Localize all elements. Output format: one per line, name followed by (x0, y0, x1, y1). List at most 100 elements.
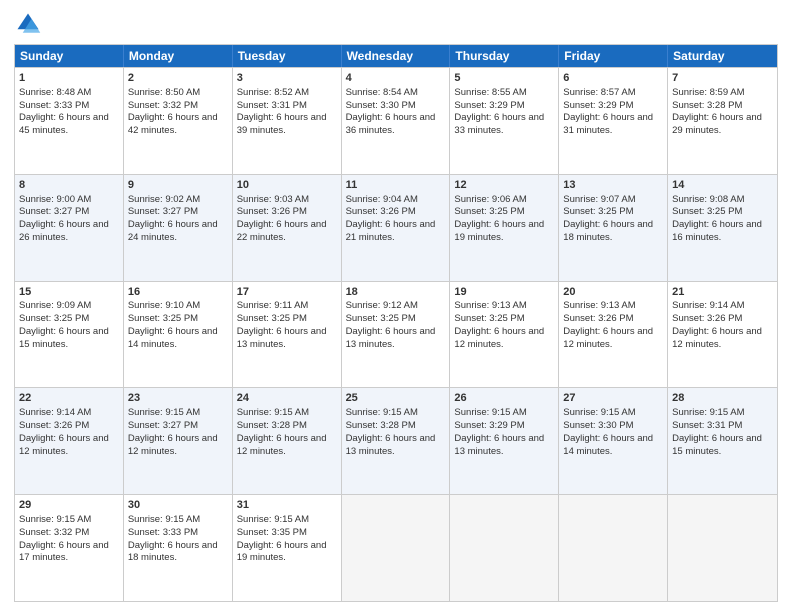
daylight: Daylight: 6 hours and 24 minutes. (128, 219, 218, 243)
day-cell-6: 6Sunrise: 8:57 AMSunset: 3:29 PMDaylight… (559, 68, 668, 174)
sunset: Sunset: 3:25 PM (454, 206, 524, 217)
calendar-body: 1Sunrise: 8:48 AMSunset: 3:33 PMDaylight… (15, 67, 777, 601)
day-cell-16: 16Sunrise: 9:10 AMSunset: 3:25 PMDayligh… (124, 282, 233, 388)
sunset: Sunset: 3:26 PM (19, 420, 89, 431)
day-cell-29: 29Sunrise: 9:15 AMSunset: 3:32 PMDayligh… (15, 495, 124, 601)
daylight: Daylight: 6 hours and 16 minutes. (672, 219, 762, 243)
day-number: 3 (237, 71, 337, 86)
day-cell-14: 14Sunrise: 9:08 AMSunset: 3:25 PMDayligh… (668, 175, 777, 281)
day-number: 16 (128, 285, 228, 300)
day-number: 6 (563, 71, 663, 86)
sunrise: Sunrise: 9:09 AM (19, 300, 91, 311)
sunset: Sunset: 3:27 PM (128, 420, 198, 431)
sunrise: Sunrise: 9:03 AM (237, 194, 309, 205)
page: SundayMondayTuesdayWednesdayThursdayFrid… (0, 0, 792, 612)
sunrise: Sunrise: 9:15 AM (672, 407, 744, 418)
day-cell-31: 31Sunrise: 9:15 AMSunset: 3:35 PMDayligh… (233, 495, 342, 601)
day-cell-5: 5Sunrise: 8:55 AMSunset: 3:29 PMDaylight… (450, 68, 559, 174)
day-cell-13: 13Sunrise: 9:07 AMSunset: 3:25 PMDayligh… (559, 175, 668, 281)
day-number: 17 (237, 285, 337, 300)
daylight: Daylight: 6 hours and 12 minutes. (237, 433, 327, 457)
sunrise: Sunrise: 8:54 AM (346, 87, 418, 98)
calendar-week-4: 22Sunrise: 9:14 AM Sunset: 3:26 PM Dayligh… (15, 387, 777, 494)
day-number: 14 (672, 178, 773, 193)
header-day-sunday: Sunday (15, 45, 124, 67)
sunset: Sunset: 3:26 PM (237, 206, 307, 217)
day-cell-24: 24Sunrise: 9:15 AM Sunset: 3:28 PM Dayligh… (233, 388, 342, 494)
sunset: Sunset: 3:26 PM (563, 313, 633, 324)
sunset: Sunset: 3:33 PM (128, 527, 198, 538)
daylight: Daylight: 6 hours and 15 minutes. (19, 326, 109, 350)
sunset: Sunset: 3:25 PM (346, 313, 416, 324)
sunrise: Sunrise: 9:15 AM (237, 407, 309, 418)
day-number: 19 (454, 285, 554, 300)
calendar-header-row: SundayMondayTuesdayWednesdayThursdayFrid… (15, 45, 777, 67)
day-cell-17: 17Sunrise: 9:11 AMSunset: 3:25 PMDayligh… (233, 282, 342, 388)
day-cell-9: 9Sunrise: 9:02 AMSunset: 3:27 PMDaylight… (124, 175, 233, 281)
logo (14, 10, 46, 38)
empty-cell (342, 495, 451, 601)
day-number: 30 (128, 498, 228, 513)
daylight: Daylight: 6 hours and 13 minutes. (237, 326, 327, 350)
sunrise: Sunrise: 9:08 AM (672, 194, 744, 205)
sunrise: Sunrise: 9:11 AM (237, 300, 309, 311)
day-number: 7 (672, 71, 773, 86)
daylight: Daylight: 6 hours and 21 minutes. (346, 219, 436, 243)
daylight: Daylight: 6 hours and 12 minutes. (19, 433, 109, 457)
sunset: Sunset: 3:29 PM (563, 100, 633, 111)
sunrise: Sunrise: 8:50 AM (128, 87, 200, 98)
sunrise: Sunrise: 8:57 AM (563, 87, 635, 98)
day-number: 4 (346, 71, 446, 86)
sunset: Sunset: 3:31 PM (237, 100, 307, 111)
sunset: Sunset: 3:26 PM (346, 206, 416, 217)
day-cell-10: 10Sunrise: 9:03 AMSunset: 3:26 PMDayligh… (233, 175, 342, 281)
daylight: Daylight: 6 hours and 18 minutes. (563, 219, 653, 243)
daylight: Daylight: 6 hours and 12 minutes. (454, 326, 544, 350)
sunrise: Sunrise: 9:00 AM (19, 194, 91, 205)
sunrise: Sunrise: 9:15 AM (19, 514, 91, 525)
day-number: 2 (128, 71, 228, 86)
header-day-friday: Friday (559, 45, 668, 67)
day-cell-3: 3Sunrise: 8:52 AMSunset: 3:31 PMDaylight… (233, 68, 342, 174)
header-day-tuesday: Tuesday (233, 45, 342, 67)
empty-cell (668, 495, 777, 601)
daylight: Daylight: 6 hours and 18 minutes. (128, 540, 218, 564)
sunset: Sunset: 3:28 PM (346, 420, 416, 431)
daylight: Daylight: 6 hours and 29 minutes. (672, 112, 762, 136)
calendar: SundayMondayTuesdayWednesdayThursdayFrid… (14, 44, 778, 602)
daylight: Daylight: 6 hours and 17 minutes. (19, 540, 109, 564)
day-number: 11 (346, 178, 446, 193)
sunrise: Sunrise: 9:04 AM (346, 194, 418, 205)
sunrise: Sunrise: 9:15 AM (454, 407, 526, 418)
day-number: 24 (237, 391, 337, 406)
day-number: 22 (19, 391, 119, 406)
day-cell-2: 2Sunrise: 8:50 AMSunset: 3:32 PMDaylight… (124, 68, 233, 174)
day-cell-25: 25Sunrise: 9:15 AMSunset: 3:28 PMDayligh… (342, 388, 451, 494)
day-cell-23: 23Sunrise: 9:15 AMSunset: 3:27 PMDayligh… (124, 388, 233, 494)
day-number: 15 (19, 285, 119, 300)
day-cell-26: 26Sunrise: 9:15 AMSunset: 3:29 PMDayligh… (450, 388, 559, 494)
day-cell-4: 4Sunrise: 8:54 AMSunset: 3:30 PMDaylight… (342, 68, 451, 174)
daylight: Daylight: 6 hours and 26 minutes. (19, 219, 109, 243)
day-number: 5 (454, 71, 554, 86)
sunrise: Sunrise: 9:14 AM (19, 407, 91, 418)
sunrise: Sunrise: 9:14 AM (672, 300, 744, 311)
sunset: Sunset: 3:25 PM (128, 313, 198, 324)
sunset: Sunset: 3:32 PM (19, 527, 89, 538)
day-cell-8: 8Sunrise: 9:00 AMSunset: 3:27 PMDaylight… (15, 175, 124, 281)
sunset: Sunset: 3:26 PM (672, 313, 742, 324)
day-number: 21 (672, 285, 773, 300)
day-cell-7: 7Sunrise: 8:59 AMSunset: 3:28 PMDaylight… (668, 68, 777, 174)
sunset: Sunset: 3:28 PM (237, 420, 307, 431)
day-cell-20: 20Sunrise: 9:13 AMSunset: 3:26 PMDayligh… (559, 282, 668, 388)
daylight: Daylight: 6 hours and 19 minutes. (237, 540, 327, 564)
sunrise: Sunrise: 9:06 AM (454, 194, 526, 205)
day-number: 26 (454, 391, 554, 406)
sunrise: Sunrise: 9:10 AM (128, 300, 200, 311)
daylight: Daylight: 6 hours and 45 minutes. (19, 112, 109, 136)
daylight: Daylight: 6 hours and 39 minutes. (237, 112, 327, 136)
day-number: 31 (237, 498, 337, 513)
calendar-week-3: 15Sunrise: 9:09 AM Sunset: 3:25 PM Dayligh… (15, 281, 777, 388)
empty-cell (450, 495, 559, 601)
daylight: Daylight: 6 hours and 12 minutes. (672, 326, 762, 350)
